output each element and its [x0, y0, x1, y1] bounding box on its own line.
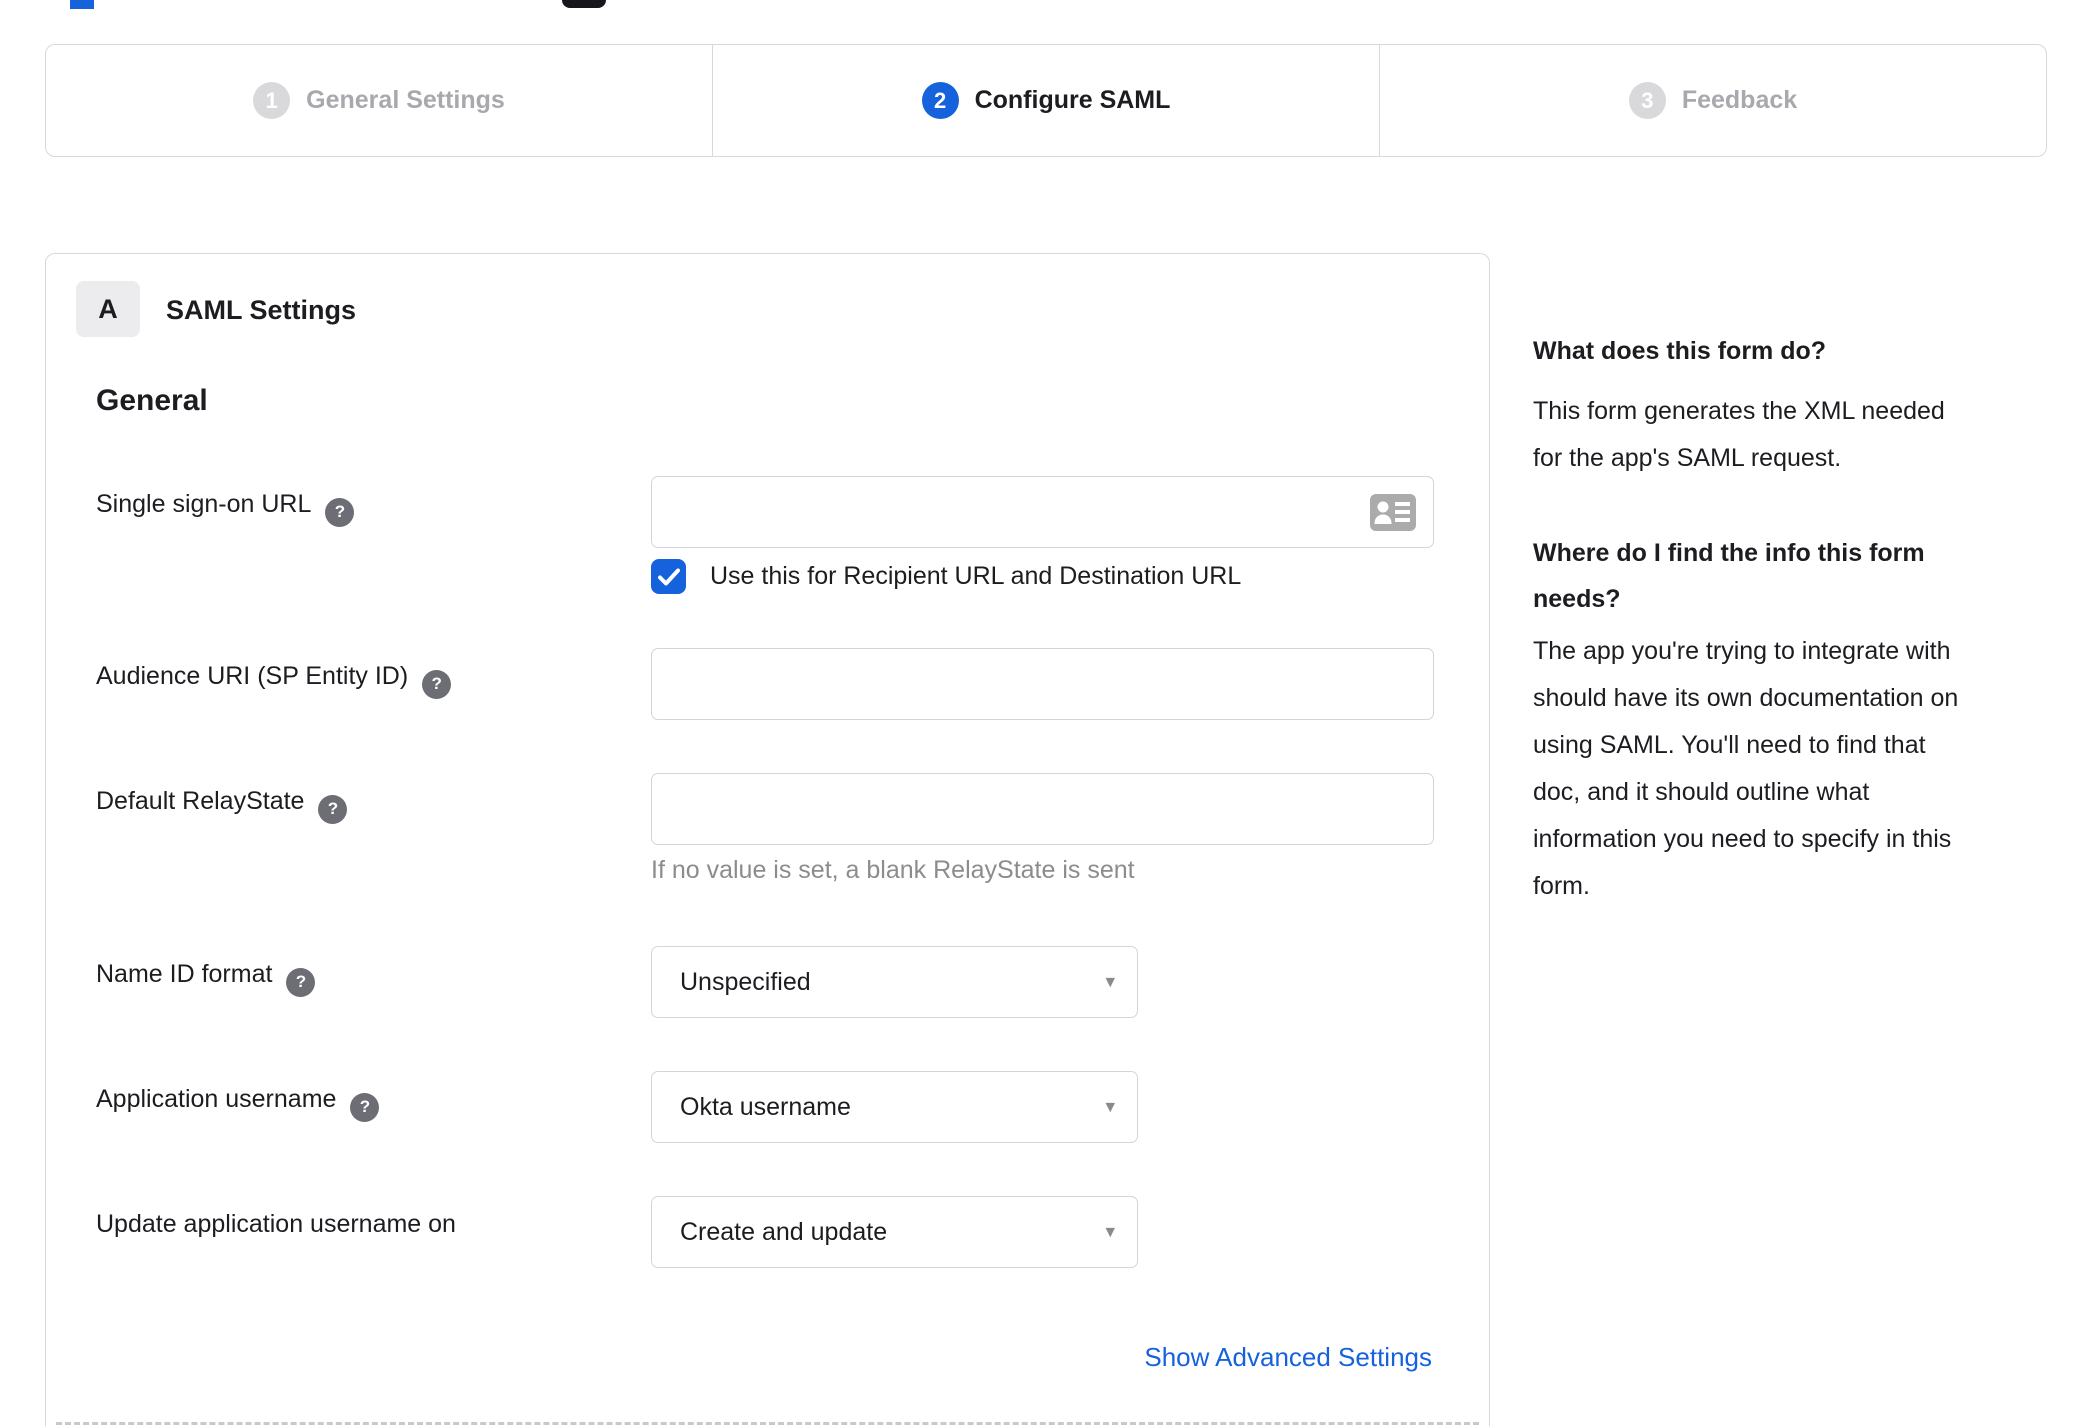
help-icon[interactable]: ?: [318, 794, 348, 824]
cutoff-dark-fragment: [562, 0, 606, 8]
single-sign-on-url-label: Single sign-on URL?: [96, 490, 355, 527]
recipient-url-checkbox-label: Use this for Recipient URL and Destinati…: [710, 562, 1242, 590]
step-configure-saml: 2 Configure SAML: [712, 45, 1379, 156]
checkmark-icon: [657, 568, 680, 585]
update-username-on-label: Update application username on: [96, 1210, 456, 1238]
step-label: General Settings: [306, 86, 505, 114]
name-id-format-select[interactable]: Unspecified ▾: [651, 946, 1138, 1018]
section-title: SAML Settings: [166, 295, 357, 325]
recipient-url-checkbox[interactable]: [651, 559, 686, 594]
selected-value: Create and update: [680, 1217, 888, 1246]
update-username-on-select[interactable]: Create and update ▾: [651, 1196, 1138, 1268]
sidebar-answer-1: This form generates the XML needed for t…: [1533, 397, 1945, 472]
default-relaystate-input[interactable]: [651, 773, 1434, 845]
selected-value: Unspecified: [680, 967, 811, 996]
application-username-select[interactable]: Okta username ▾: [651, 1071, 1138, 1143]
section-dashed-divider: [56, 1422, 1479, 1425]
relaystate-hint: If no value is set, a blank RelayState i…: [651, 856, 1135, 884]
step-number-badge: 1: [253, 82, 291, 119]
chevron-down-icon: ▾: [1105, 1221, 1115, 1243]
recently-used-values-icon[interactable]: [1370, 494, 1416, 531]
recipient-url-checkbox-row: Use this for Recipient URL and Destinati…: [651, 559, 1241, 594]
default-relaystate-label: Default RelayState?: [96, 787, 348, 824]
general-group-title: General: [96, 384, 208, 417]
name-id-format-label: Name ID format?: [96, 960, 316, 997]
show-advanced-settings-link[interactable]: Show Advanced Settings: [1144, 1342, 1432, 1373]
saml-settings-panel: A SAML Settings General Single sign-on U…: [45, 253, 1490, 1426]
sidebar-answer-2: The app you're trying to integrate with …: [1533, 637, 1959, 900]
section-a-badge: A: [76, 281, 140, 337]
sidebar-question-2: Where do I find the info this form needs…: [1533, 539, 1925, 613]
cutoff-blue-fragment: [70, 0, 94, 9]
application-username-label: Application username?: [96, 1085, 380, 1122]
selected-value: Okta username: [680, 1092, 851, 1121]
chevron-down-icon: ▾: [1105, 971, 1115, 993]
single-sign-on-url-field: [651, 476, 1434, 548]
help-icon[interactable]: ?: [350, 1092, 380, 1122]
sidebar-question-1: What does this form do?: [1533, 337, 1827, 365]
chevron-down-icon: ▾: [1105, 1096, 1115, 1118]
help-sidebar: What does this form do? This form genera…: [1533, 0, 2048, 1426]
audience-uri-label: Audience URI (SP Entity ID)?: [96, 662, 452, 699]
help-icon[interactable]: ?: [325, 497, 355, 527]
help-icon[interactable]: ?: [422, 669, 452, 699]
step-label: Configure SAML: [974, 86, 1171, 114]
step-number-badge: 2: [921, 82, 959, 119]
step-general-settings: 1 General Settings: [46, 45, 712, 156]
audience-uri-input[interactable]: [651, 648, 1434, 720]
help-icon[interactable]: ?: [286, 967, 316, 997]
single-sign-on-url-input[interactable]: [651, 476, 1434, 548]
